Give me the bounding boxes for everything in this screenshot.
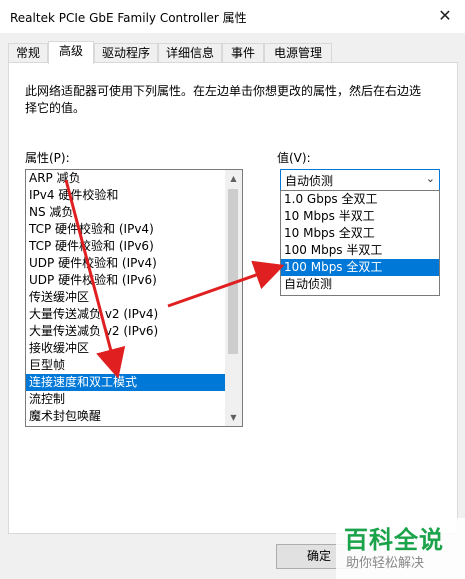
window-title: Realtek PCIe GbE Family Controller 属性	[10, 11, 247, 25]
watermark-logo: 百科全说	[344, 526, 444, 554]
value-option[interactable]: 自动侦测	[281, 276, 439, 293]
tab-general[interactable]: 常规	[8, 43, 48, 63]
property-item[interactable]: TCP 硬件校验和 (IPv6)	[26, 238, 242, 255]
property-item[interactable]: TCP 硬件校验和 (IPv4)	[26, 221, 242, 238]
value-select[interactable]: 自动侦测 ⌄	[280, 169, 440, 191]
property-item[interactable]: 流控制	[26, 391, 242, 408]
advanced-panel: 此网络适配器可使用下列属性。在左边单击你想更改的属性，然后在右边选择它的值。 属…	[8, 62, 458, 534]
property-item[interactable]: 巨型帧	[26, 357, 242, 374]
scroll-thumb[interactable]	[228, 189, 238, 354]
property-item[interactable]: 大量传送减负 v2 (IPv4)	[26, 306, 242, 323]
value-label: 值(V):	[277, 151, 311, 165]
property-item[interactable]: UDP 硬件校验和 (IPv4)	[26, 255, 242, 272]
tab-details[interactable]: 详细信息	[158, 43, 222, 63]
property-item[interactable]: NS 减负	[26, 204, 242, 221]
property-item[interactable]: 接收缓冲区	[26, 340, 242, 357]
chevron-down-icon[interactable]: ⌄	[426, 172, 435, 185]
watermark-subtitle: 助你轻松解决	[346, 556, 425, 571]
tab-events[interactable]: 事件	[222, 43, 264, 63]
tab-advanced[interactable]: 高级	[48, 41, 94, 64]
value-option[interactable]: 1.0 Gbps 全双工	[281, 191, 439, 208]
property-list-scrollbar[interactable]: ▲ ▼	[225, 170, 242, 426]
property-item[interactable]: 大量传送减负 v2 (IPv6)	[26, 323, 242, 340]
tab-power-management[interactable]: 电源管理	[264, 43, 332, 63]
value-option[interactable]: 10 Mbps 全双工	[281, 225, 439, 242]
description-text: 此网络适配器可使用下列属性。在左边单击你想更改的属性，然后在右边选择它的值。	[25, 84, 422, 115]
close-icon[interactable]: ✕	[432, 3, 458, 29]
title-bar: Realtek PCIe GbE Family Controller 属性 ✕	[0, 0, 465, 33]
scroll-down-icon[interactable]: ▼	[225, 409, 242, 426]
value-select-current: 自动侦测	[285, 174, 334, 188]
watermark: 百科全说 助你轻松解决	[336, 518, 465, 579]
value-dropdown-list[interactable]: 1.0 Gbps 全双工 10 Mbps 半双工 10 Mbps 全双工 100…	[280, 190, 440, 296]
property-item-selected[interactable]: 连接速度和双工模式	[26, 374, 242, 391]
property-item[interactable]: 传送缓冲区	[26, 289, 242, 306]
property-item[interactable]: UDP 硬件校验和 (IPv6)	[26, 272, 242, 289]
property-label: 属性(P):	[25, 151, 70, 165]
scroll-up-icon[interactable]: ▲	[225, 170, 242, 187]
property-list[interactable]: ARP 减负 IPv4 硬件校验和 NS 减负 TCP 硬件校验和 (IPv4)…	[25, 169, 243, 427]
property-item[interactable]: IPv4 硬件校验和	[26, 187, 242, 204]
value-option[interactable]: 100 Mbps 半双工	[281, 242, 439, 259]
value-option[interactable]: 10 Mbps 半双工	[281, 208, 439, 225]
property-item[interactable]: 魔术封包唤醒	[26, 408, 242, 425]
value-option-selected[interactable]: 100 Mbps 全双工	[281, 259, 439, 276]
tab-driver[interactable]: 驱动程序	[94, 43, 158, 63]
property-item[interactable]: ARP 减负	[26, 170, 242, 187]
